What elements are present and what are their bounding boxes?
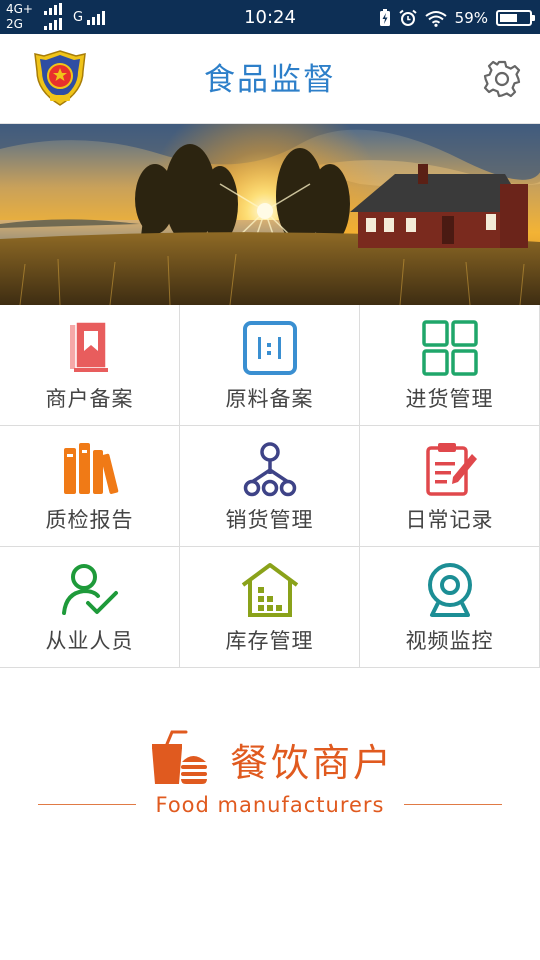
charging-icon [379,9,390,26]
status-bar: 4G+ 2G G 10:24 59% [0,0,540,34]
page-title: 食品监督 [204,62,336,98]
drink-burger-icon [152,730,207,784]
battery-icon [496,10,535,26]
menu-item-merchant-filing[interactable]: 商户备案 [0,305,180,426]
menu-item-label: 销货管理 [225,508,314,532]
grid-four-icon [422,320,478,376]
menu-item-label: 库存管理 [225,629,314,653]
wifi-icon [425,10,447,27]
menu-item-label: 从业人员 [45,629,134,653]
menu-item-label: 视频监控 [405,629,494,653]
battery-percent: 59% [454,9,488,27]
menu-item-inventory-management[interactable]: 库存管理 [180,547,360,668]
function-grid: 商户备案 原料备案 进货管理 质检报告 销货管理 日常记录 从业人员 库存管理 … [0,305,540,670]
menu-item-label: 商户备案 [45,387,134,411]
menu-item-sales-management[interactable]: 销货管理 [180,426,360,547]
books-icon [64,443,119,494]
app-header: 食品监督 [0,34,540,124]
menu-item-quality-report[interactable]: 质检报告 [0,426,180,547]
menu-item-staff[interactable]: 从业人员 [0,547,180,668]
brand-title: 餐饮商户 [230,741,395,785]
status-right: 59% [379,7,535,29]
gear-icon[interactable] [482,59,522,99]
menu-item-material-filing[interactable]: 原料备案 [180,305,360,426]
menu-item-label: 质检报告 [45,508,134,532]
menu-item-purchase-management[interactable]: 进货管理 [360,305,540,426]
banner-image[interactable] [0,124,540,305]
brand-subtitle: Food manufacturers [155,793,385,817]
menu-item-label: 日常记录 [405,508,494,532]
clipboard-pen-icon [426,443,477,496]
user-check-icon [62,564,118,615]
webcam-icon [428,563,472,617]
menu-item-video-monitoring[interactable]: 视频监控 [360,547,540,668]
menu-item-label: 原料备案 [225,387,314,411]
hierarchy-icon [243,442,297,497]
menu-item-daily-record[interactable]: 日常记录 [360,426,540,547]
bookmark-book-icon [70,321,108,372]
alarm-icon [399,9,417,26]
warehouse-icon [241,563,299,617]
brand-section: 餐饮商户 Food manufacturers [0,720,540,830]
menu-item-label: 进货管理 [405,387,494,411]
sunset-landscape-image [0,124,540,305]
barcode-box-icon [243,321,297,375]
